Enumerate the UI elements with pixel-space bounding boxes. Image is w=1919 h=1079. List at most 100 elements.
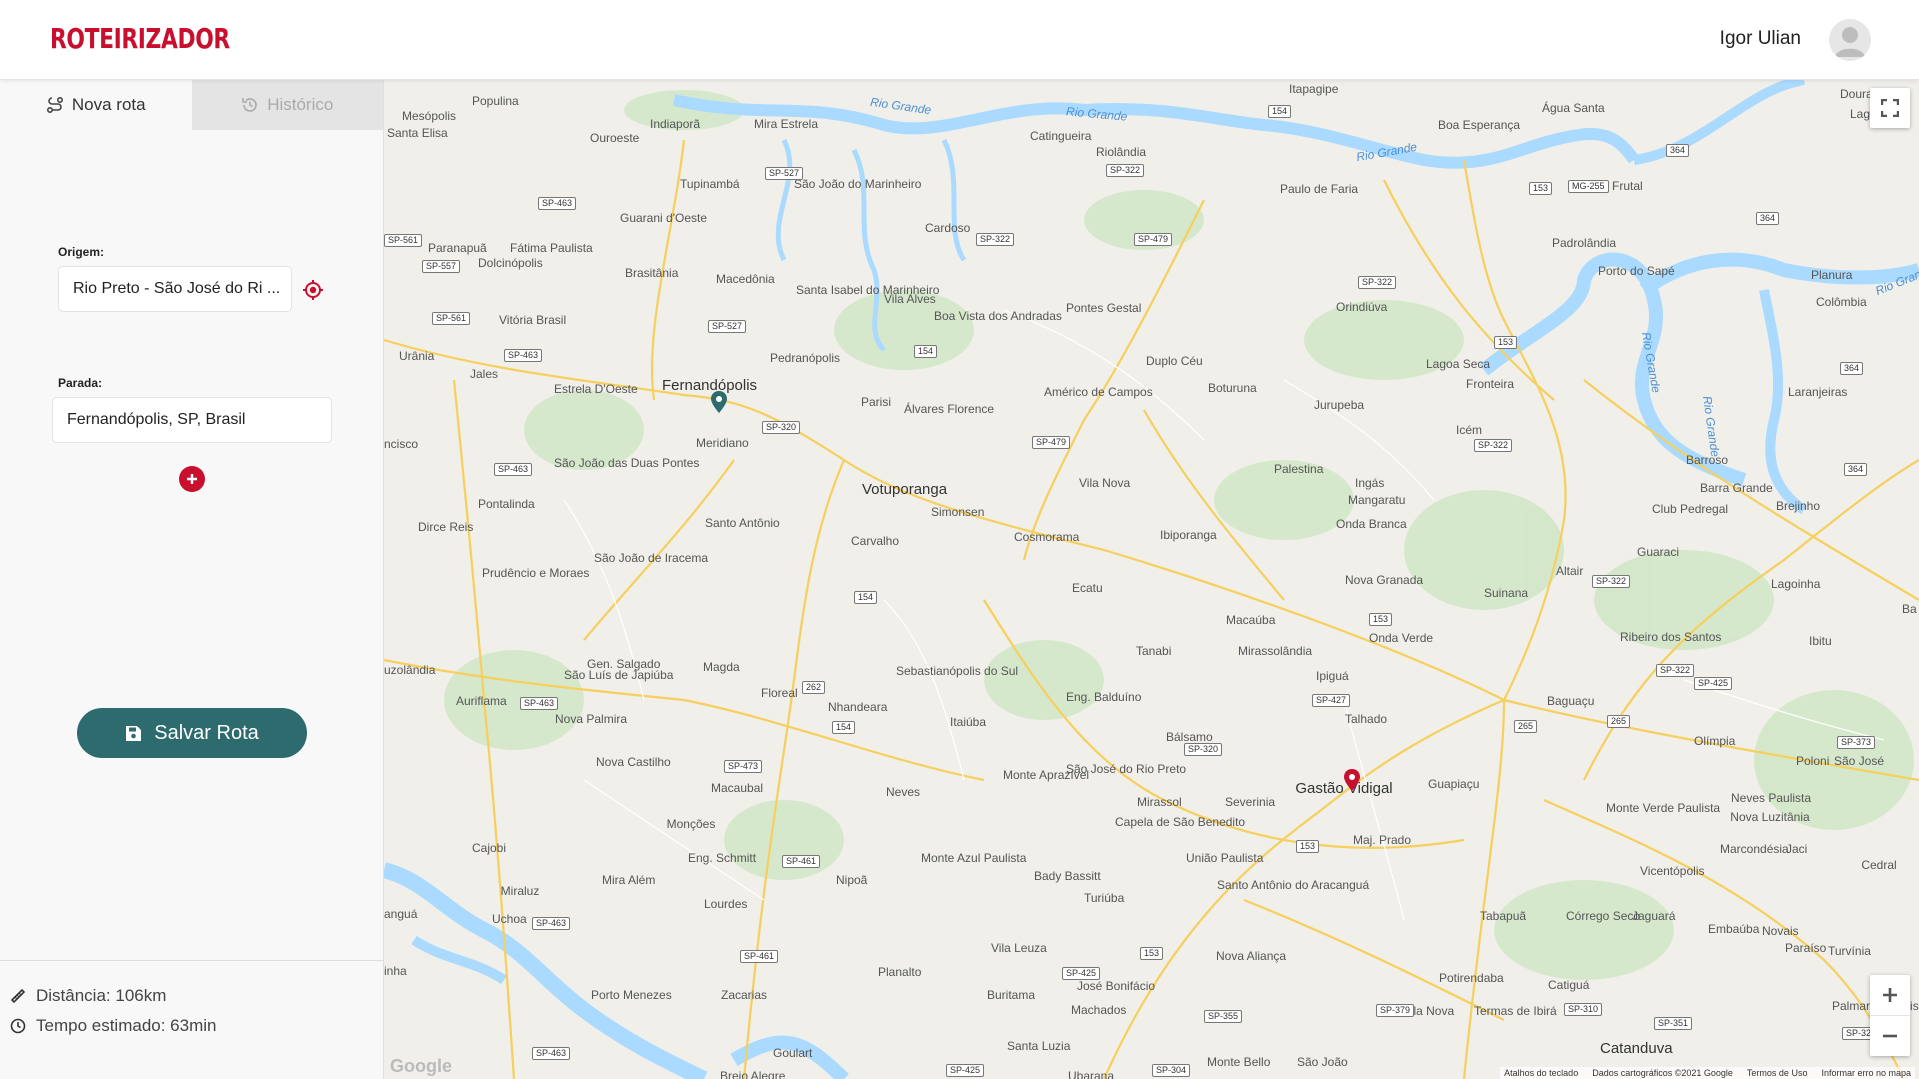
map-label: Santo Antônio do Aracanguá (1217, 878, 1370, 892)
map-label: Talhado (1345, 712, 1388, 726)
map-label: Água Santa (1542, 101, 1605, 115)
map-label: Miraluz (500, 884, 540, 898)
road-shield: 265 (1607, 715, 1631, 728)
time-text: Tempo estimado: 63min (36, 1016, 217, 1035)
map-label: Ingás (1355, 476, 1385, 490)
map-label: Palestina (1274, 462, 1324, 476)
map-label: Vila Alves (884, 292, 936, 306)
road-shield: SP-351 (1654, 1017, 1693, 1030)
map-label: Jaci (1786, 842, 1808, 856)
map-label: Boa Vista dos Andradas (934, 309, 1062, 323)
road-shield: SP-322 (976, 233, 1015, 246)
map-label: Paulo de Faria (1280, 182, 1359, 196)
origin-label: Origem: (58, 245, 105, 259)
map-label: Ibitu (1809, 634, 1832, 648)
map-label: Riolândia (1096, 145, 1147, 159)
map-label: Fronteira (1466, 377, 1515, 391)
road-shield: SP-322 (1106, 164, 1145, 177)
road-shield: SP-473 (724, 760, 763, 773)
map-label: Córrego Seco (1566, 909, 1641, 923)
map-label: Vila Leuza (991, 941, 1047, 955)
origin-input[interactable]: Rio Preto - São José do Ri ... (58, 266, 292, 312)
road-shield: SP-373 (1837, 736, 1876, 749)
stop-input[interactable]: Fernandópolis, SP, Brasil (52, 397, 332, 443)
map-label: Ubarana (1068, 1069, 1115, 1079)
map-label: inha (384, 964, 407, 978)
road-shield: SP-425 (946, 1064, 985, 1077)
plus-icon (187, 474, 197, 484)
map-label: Floreal (761, 686, 798, 700)
map-label: Nova Castilho (596, 755, 671, 769)
map-label: Paranapuã (428, 241, 487, 255)
map-label: Meridiano (696, 436, 749, 450)
map-label: Icém (1456, 423, 1483, 437)
map-label: Maj. Prado (1353, 833, 1412, 847)
map-label: Pontalinda (478, 497, 535, 511)
road-shield: 364 (1840, 362, 1864, 375)
map-label: anguá (384, 907, 418, 921)
save-route-button[interactable]: Salvar Rota (77, 708, 307, 758)
road-shield: SP-379 (1376, 1004, 1415, 1017)
avatar[interactable] (1829, 19, 1871, 61)
map-label: Orindiúva (1336, 300, 1388, 314)
road-shield: 364 (1666, 144, 1690, 157)
map-label: Nova Palmira (555, 712, 628, 726)
road-shield: SP-310 (1564, 1003, 1603, 1016)
report-error-link[interactable]: Informar erro no mapa (1821, 1068, 1911, 1078)
map-label: Vicentópolis (1640, 864, 1705, 878)
tab-historico[interactable]: Histórico (191, 80, 383, 130)
terms-link[interactable]: Termos de Uso (1747, 1068, 1808, 1078)
map-label: União Paulista (1186, 851, 1264, 865)
map-label: Machados (1071, 1003, 1127, 1017)
app-logo[interactable]: ROTEIRIZADOR (50, 22, 230, 55)
add-stop-button[interactable] (179, 466, 205, 492)
road-shield: 364 (1756, 212, 1780, 225)
road-shield: 154 (854, 591, 878, 604)
map-label: José Bonifácio (1077, 979, 1156, 993)
current-location-icon[interactable] (302, 279, 324, 301)
road-shield: 153 (1296, 840, 1320, 853)
map-label: Ouroeste (590, 131, 640, 145)
map-label: Catiguá (1548, 978, 1590, 992)
map-label: Pedranópolis (770, 351, 841, 365)
map-label: Guarani d'Oeste (620, 211, 708, 225)
map-label: Jurupeba (1314, 398, 1365, 412)
map-label: Votuporanga (862, 481, 948, 498)
zoom-out-button[interactable] (1870, 1016, 1910, 1056)
road-shield: SP-320 (1184, 743, 1223, 756)
road-shield: SP-463 (520, 697, 559, 710)
map-label: Barroso (1686, 453, 1729, 467)
map-label: Parisi (861, 395, 892, 409)
map-label: Macaúba (1226, 613, 1276, 627)
map-label: Eng. Schmitt (688, 851, 757, 865)
user-name[interactable]: Igor Ulian (1720, 28, 1801, 50)
origin-marker-icon[interactable] (1344, 769, 1360, 791)
fullscreen-button[interactable] (1870, 88, 1910, 128)
road-shield: 153 (1369, 613, 1393, 626)
tab-nova-rota[interactable]: Nova rota (0, 80, 192, 130)
map-base (384, 80, 1919, 1079)
map-label: Goulart (773, 1046, 813, 1060)
map-label: Paraíso (1785, 941, 1827, 955)
map-label: Suinana (1484, 586, 1529, 600)
map-label: Ibiporanga (1160, 528, 1217, 542)
map-label: Álvares Florence (904, 402, 995, 416)
road-shield: SP-425 (1062, 967, 1101, 980)
map-label: Cosmorama (1014, 530, 1080, 544)
google-logo[interactable]: Google (390, 1056, 452, 1077)
map-label: Mirassolândia (1238, 644, 1313, 658)
map-label: Colômbia (1816, 295, 1867, 309)
zoom-in-button[interactable] (1870, 976, 1910, 1016)
map-label: Lagoinha (1771, 577, 1821, 591)
keyboard-shortcuts-link[interactable]: Atalhos do teclado (1504, 1068, 1578, 1078)
road-shield: SP-322 (1656, 664, 1695, 677)
map-label: Dirce Reis (418, 520, 474, 534)
road-shield: SP-461 (740, 950, 779, 963)
logo-text: ROTEIRIZADOR (50, 22, 230, 55)
map-label: Frutal (1612, 179, 1643, 193)
map-view[interactable]: Populina Mesópolis Santa Elisa Indiaporã… (384, 80, 1919, 1079)
ruler-icon (10, 988, 26, 1004)
stop-marker-icon[interactable] (711, 391, 727, 413)
road-shield: SP-561 (432, 312, 471, 325)
map-label: Santo Antônio (705, 516, 780, 530)
